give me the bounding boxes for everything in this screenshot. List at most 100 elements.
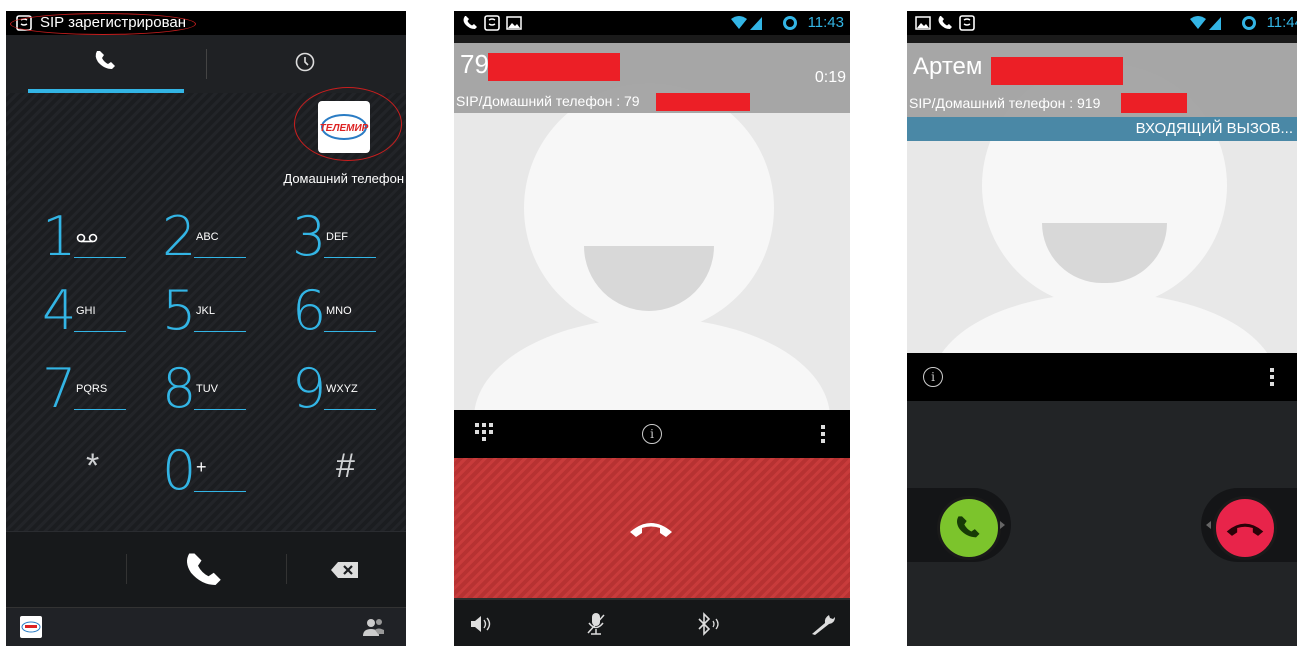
redaction-block: [656, 93, 750, 111]
avatar-body: [932, 293, 1277, 353]
redaction-block: [1121, 93, 1187, 113]
key-digit: 0: [162, 439, 197, 502]
dialer-tabs: [6, 35, 406, 93]
caller-info-bar: Артем SIP/Домашний телефон : 919: [907, 43, 1297, 117]
key-letters: TUV: [196, 383, 218, 395]
key-digit: *: [86, 447, 100, 485]
keypad-key-8[interactable]: 8 TUV: [156, 359, 276, 419]
gallery-icon: [915, 16, 931, 30]
answer-phone-icon: [957, 516, 980, 538]
key-digit: #: [336, 447, 355, 485]
divider: [286, 554, 287, 584]
answer-call-button[interactable]: [937, 496, 1001, 560]
phone-status-icon: [463, 16, 477, 29]
caller-number: 79: [460, 49, 489, 79]
key-digit: 3: [292, 205, 327, 268]
key-underline: [74, 257, 126, 258]
battery-icon: [1242, 16, 1256, 30]
keypad-key-4[interactable]: 4 GHI: [36, 281, 156, 341]
hang-up-icon: [630, 523, 672, 537]
contacts-icon[interactable]: [362, 616, 386, 638]
wifi-signal-icon: [1190, 16, 1221, 30]
overflow-menu-icon[interactable]: [820, 424, 826, 444]
keypad-key-6[interactable]: 6 MNO: [286, 281, 406, 341]
keypad-key-9[interactable]: 9 WXYZ: [286, 359, 406, 419]
dialer-action-bar: [6, 531, 406, 608]
phone-status-icon: [938, 16, 952, 29]
gallery-icon: [506, 16, 522, 30]
keypad-key-star[interactable]: *: [36, 441, 156, 501]
end-call-button[interactable]: [454, 458, 850, 598]
info-icon[interactable]: i: [923, 367, 943, 387]
key-digit: 5: [162, 279, 197, 342]
status-bar: 11:44: [907, 11, 1297, 35]
status-bar: SIP зарегистрирован: [6, 11, 406, 35]
answer-slider-track[interactable]: [907, 488, 1011, 562]
key-underline: [194, 409, 246, 410]
clock-icon: [295, 52, 315, 72]
key-letters: GHI: [76, 305, 96, 317]
keypad-key-0[interactable]: 0 +: [156, 441, 276, 501]
backspace-button[interactable]: [330, 560, 360, 580]
decline-slider-track[interactable]: [1201, 488, 1297, 562]
redaction-block: [991, 57, 1123, 85]
wrench-icon[interactable]: [810, 612, 836, 636]
key-digit: 7: [42, 357, 77, 420]
key-letters: JKL: [196, 305, 215, 317]
key-digit: 2: [162, 205, 197, 268]
overflow-menu-icon[interactable]: [1269, 367, 1275, 387]
key-letters: ABC: [196, 231, 219, 243]
account-highlight-ring: [294, 87, 402, 161]
bluetooth-icon[interactable]: [696, 612, 722, 636]
account-small-logo[interactable]: [20, 616, 42, 638]
speaker-icon[interactable]: [470, 614, 492, 634]
chevron-right-icon: [1000, 521, 1005, 529]
keypad-key-2[interactable]: 2 ABC: [156, 207, 276, 267]
key-underline: [194, 331, 246, 332]
call-duration: 0:19: [814, 69, 846, 86]
key-underline: [324, 331, 376, 332]
keypad-key-1[interactable]: 1: [36, 207, 156, 267]
divider: [126, 554, 127, 584]
call-button[interactable]: [184, 550, 226, 592]
voicemail-icon: [76, 233, 98, 243]
keypad-key-3[interactable]: 3 DEF: [286, 207, 406, 267]
decline-call-button[interactable]: [1213, 496, 1277, 560]
status-time: 11:43: [807, 14, 844, 31]
dialer-screen: SIP зарегистрирован ТЕЛЕМИР Домашний тел…: [6, 11, 406, 646]
key-letters: +: [196, 457, 207, 477]
sip-icon: [484, 15, 500, 31]
account-label: Домашний телефон: [283, 171, 404, 186]
key-digit: 6: [292, 279, 327, 342]
key-digit: 9: [292, 357, 327, 420]
key-digit: 8: [162, 357, 197, 420]
bottom-bar: [6, 607, 406, 646]
sip-icon: [959, 15, 975, 31]
keypad-key-5[interactable]: 5 JKL: [156, 281, 276, 341]
caller-subtitle: SIP/Домашний телефон : 919: [909, 95, 1101, 111]
wifi-signal-icon: [731, 16, 762, 30]
key-letters: PQRS: [76, 383, 108, 395]
incoming-call-screen: 11:44 Артем SIP/Домашний телефон : 919 В…: [907, 11, 1297, 646]
incoming-call-label: ВХОДЯЩИЙ ВЫЗОВ...: [1135, 120, 1293, 137]
key-underline: [74, 409, 126, 410]
keypad-key-hash[interactable]: #: [286, 441, 406, 501]
sip-highlight-ring: [10, 13, 196, 35]
in-call-controls: i: [454, 410, 850, 458]
key-letters: DEF: [326, 231, 348, 243]
incoming-call-banner: ВХОДЯЩИЙ ВЫЗОВ...: [907, 117, 1297, 141]
key-underline: [194, 257, 246, 258]
info-icon[interactable]: i: [642, 424, 662, 444]
in-call-screen: 11:43 79 0:19 SIP/Домашний телефон : 79 …: [454, 11, 850, 646]
tab-call-log[interactable]: [206, 35, 406, 93]
call-info-bar: i: [907, 353, 1297, 401]
mute-mic-icon[interactable]: [586, 612, 606, 636]
dialpad-icon[interactable]: [474, 422, 494, 442]
keypad-key-7[interactable]: 7 PQRS: [36, 359, 156, 419]
tab-phone[interactable]: [6, 35, 206, 93]
key-underline: [324, 257, 376, 258]
key-underline: [194, 491, 246, 492]
key-digit: 1: [42, 205, 77, 268]
avatar-body: [474, 318, 830, 410]
caller-name: Артем: [913, 53, 983, 80]
